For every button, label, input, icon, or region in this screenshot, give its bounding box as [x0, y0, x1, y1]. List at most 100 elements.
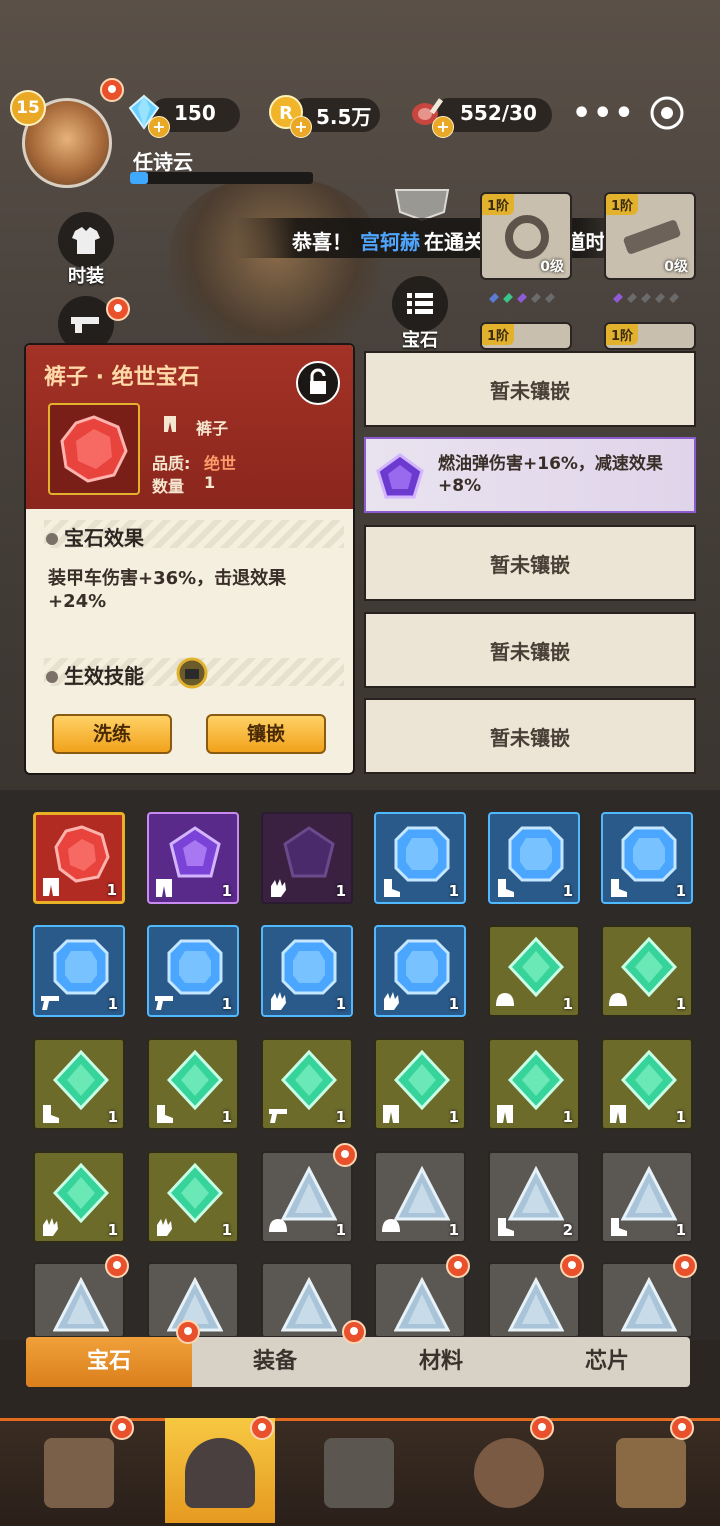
- quality-value: 绝世: [204, 454, 237, 473]
- boots-icon: [157, 1105, 173, 1123]
- inventory-gem-cell[interactable]: 1: [261, 812, 353, 904]
- blue-gem-icon: [53, 939, 109, 995]
- notification-dot: [670, 1416, 694, 1440]
- grey-gem-icon: [281, 1276, 337, 1332]
- equipment-level: 0级: [540, 259, 564, 275]
- lock-icon: [310, 368, 326, 394]
- inventory-gem-cell[interactable]: 1: [601, 1038, 693, 1130]
- equipment-slot[interactable]: 1阶 0级: [604, 192, 696, 280]
- green-gem-icon: [621, 937, 677, 997]
- inventory-gem-cell[interactable]: 1: [374, 925, 466, 1017]
- purple-gem-icon: [169, 826, 221, 878]
- nav-weapon[interactable]: [304, 1418, 414, 1523]
- equipment-slot[interactable]: 1阶: [480, 322, 572, 350]
- inventory-gem-cell[interactable]: 1: [147, 812, 239, 904]
- gem-socket[interactable]: 燃油弹伤害+16%，减速效果+8%: [364, 437, 696, 513]
- inventory-gem-cell[interactable]: 1: [261, 1038, 353, 1130]
- socket-text: 暂未镶嵌: [490, 640, 570, 664]
- inventory-gem-cell[interactable]: 1: [374, 1038, 466, 1130]
- notification-dot: [560, 1254, 584, 1278]
- glove-icon: [43, 1218, 58, 1236]
- inventory-gem-cell[interactable]: 1: [33, 925, 125, 1017]
- pants-icon: [156, 879, 172, 897]
- gun-icon: [155, 996, 173, 1010]
- gem-side-label: 宝石: [402, 330, 438, 351]
- inventory-gem-cell[interactable]: 1: [33, 1038, 125, 1130]
- gem-count: 1: [221, 1108, 232, 1126]
- add-diamond-button[interactable]: +: [148, 116, 170, 138]
- tab-chip[interactable]: 芯片: [524, 1337, 690, 1387]
- inventory-gem-cell[interactable]: 1: [261, 925, 353, 1017]
- tab-material[interactable]: 材料: [358, 1337, 524, 1387]
- gem-count: 1: [675, 995, 686, 1013]
- more-menu-button[interactable]: •••: [572, 96, 636, 131]
- gem-socket[interactable]: 暂未镶嵌: [364, 612, 696, 688]
- inlay-button[interactable]: 镶嵌: [206, 714, 326, 754]
- gem-socket[interactable]: 暂未镶嵌: [364, 525, 696, 601]
- glove-icon: [271, 879, 286, 897]
- armor-icon: [394, 189, 450, 222]
- weapon-icon: [324, 1438, 394, 1508]
- hero-icon: [185, 1438, 255, 1508]
- inventory-gem-cell[interactable]: 1: [374, 812, 466, 904]
- glove-icon: [384, 992, 399, 1010]
- inventory-gem-cell[interactable]: 1: [488, 925, 580, 1017]
- green-gem-icon: [53, 1050, 109, 1110]
- gem-socket[interactable]: 暂未镶嵌: [364, 351, 696, 427]
- effect-header-text: 宝石效果: [64, 526, 144, 550]
- inventory-gem-cell[interactable]: 1: [601, 1151, 693, 1243]
- core-icon: [474, 1438, 544, 1508]
- purple-gem-icon: [376, 453, 424, 499]
- tab-bar: 宝石 装备 材料 芯片: [26, 1337, 690, 1387]
- gem-count: 1: [562, 995, 573, 1013]
- grey-gem-icon: [621, 1276, 677, 1332]
- boots-icon: [498, 1218, 514, 1236]
- quality-label: 品质:: [152, 454, 191, 473]
- inventory-gem-cell[interactable]: 2: [488, 1151, 580, 1243]
- stamina-value: 552/30: [460, 101, 537, 125]
- inventory-gem-cell[interactable]: 1: [488, 812, 580, 904]
- add-coin-button[interactable]: +: [290, 116, 312, 138]
- list-icon: [392, 276, 448, 332]
- inventory-gem-cell[interactable]: 1: [147, 1151, 239, 1243]
- gem-side-button[interactable]: 宝石: [390, 276, 450, 352]
- inventory-gem-cell[interactable]: 1: [374, 1151, 466, 1243]
- inventory-gem-cell[interactable]: 1: [33, 1151, 125, 1243]
- inventory-gem-cell[interactable]: [261, 1262, 353, 1338]
- close-target-icon[interactable]: [648, 94, 686, 132]
- equipment-slot[interactable]: 1阶: [604, 322, 696, 350]
- inventory-gem-cell[interactable]: 1: [488, 1038, 580, 1130]
- gem-socket[interactable]: 暂未镶嵌: [364, 698, 696, 774]
- tab-gem[interactable]: 宝石: [26, 1337, 192, 1387]
- gun-icon: [41, 996, 59, 1010]
- fashion-button[interactable]: 时装: [56, 212, 116, 288]
- equipment-slot[interactable]: 1阶 0级: [480, 192, 572, 280]
- banner-player: 宫轲赫: [360, 230, 420, 254]
- fashion-label: 时装: [68, 266, 104, 287]
- gun-icon: [269, 1109, 287, 1123]
- boots-icon: [498, 879, 514, 897]
- pants-icon: [497, 1105, 513, 1123]
- inventory-gem-cell[interactable]: 1: [601, 925, 693, 1017]
- notification-dot: [333, 1143, 357, 1167]
- refine-button[interactable]: 洗练: [52, 714, 172, 754]
- inventory-gem-cell[interactable]: 1: [147, 925, 239, 1017]
- inventory-gem-cell[interactable]: 1: [33, 812, 125, 904]
- notification-dot: [673, 1254, 697, 1278]
- pants-icon: [383, 1105, 399, 1123]
- lock-button[interactable]: [296, 361, 340, 405]
- gem-count: 1: [335, 1108, 346, 1126]
- add-stamina-button[interactable]: +: [432, 116, 454, 138]
- inventory-gem-cell[interactable]: 1: [147, 1038, 239, 1130]
- green-gem-icon: [508, 1050, 564, 1110]
- blue-gem-icon: [167, 939, 223, 995]
- tab-equipment[interactable]: 装备: [192, 1337, 358, 1387]
- gem-count: 2: [562, 1221, 573, 1239]
- inventory-gem-cell[interactable]: 1: [601, 812, 693, 904]
- grey-gem-icon: [281, 1165, 337, 1221]
- skill-icon[interactable]: [176, 657, 208, 689]
- announcement-banner: 恭喜！ 宫轲赫 在通关7.隐秘小道时: [236, 218, 640, 258]
- dpurple-gem-icon: [283, 826, 335, 878]
- grey-gem-icon: [394, 1165, 450, 1221]
- glove-icon: [271, 992, 286, 1010]
